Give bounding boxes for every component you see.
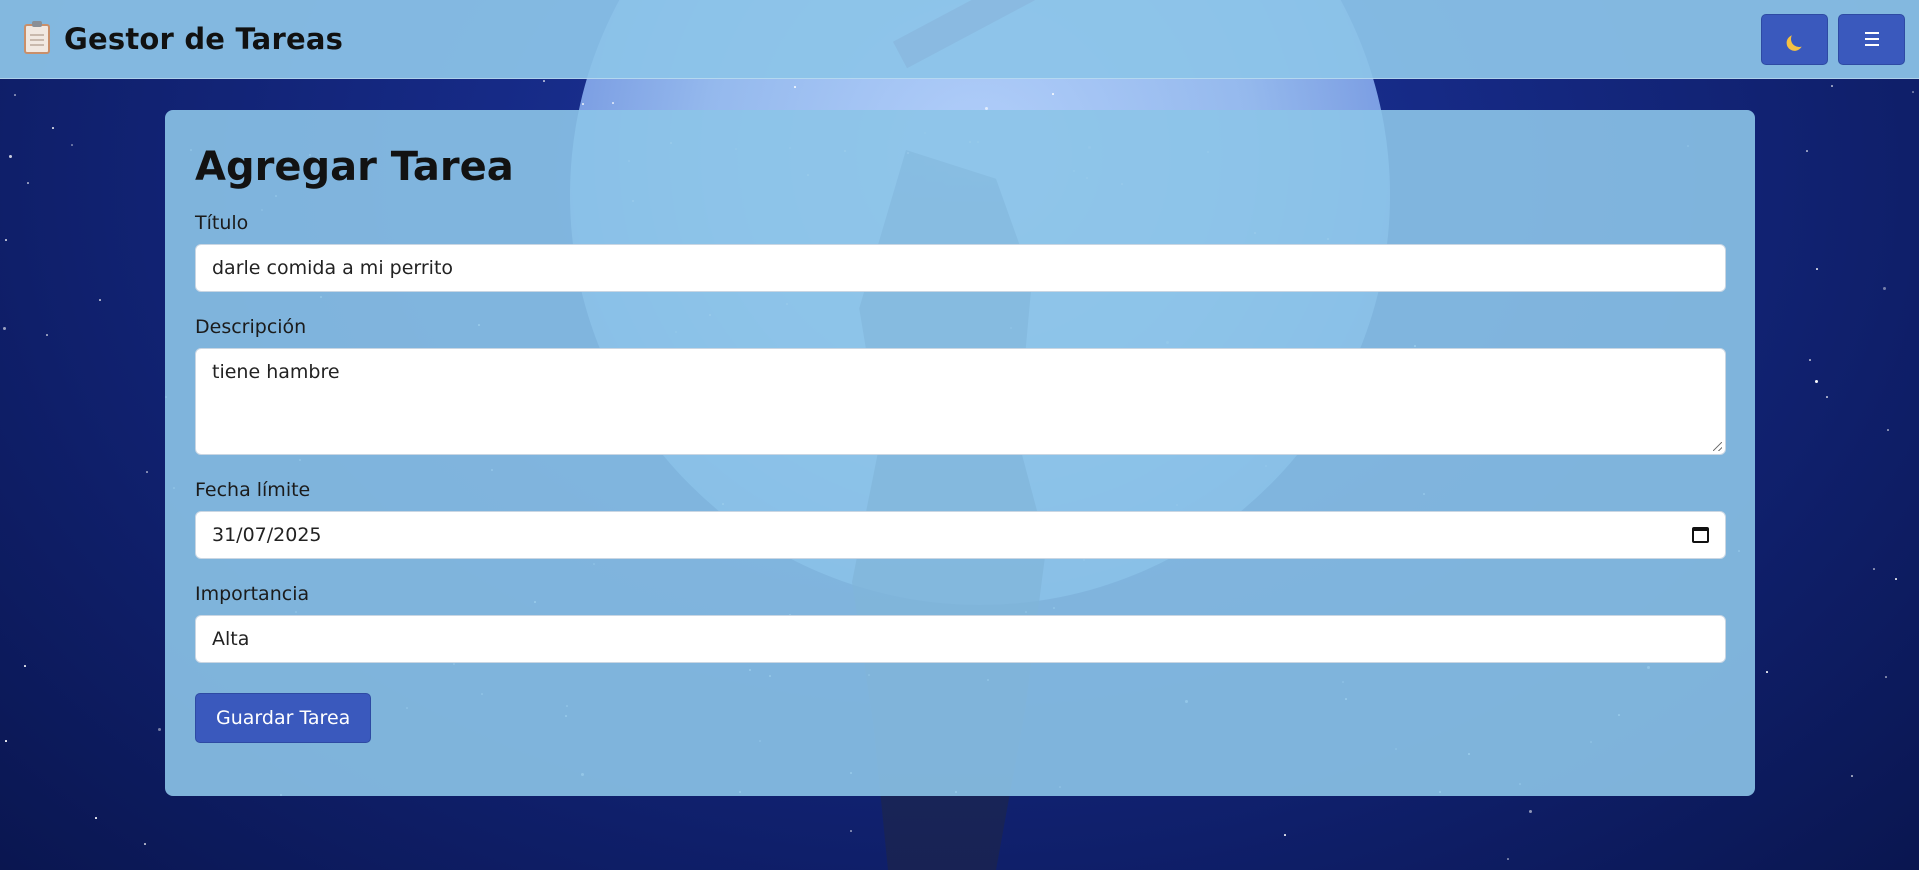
add-task-card: Agregar Tarea Título darle comida a mi p… [165, 110, 1755, 796]
star [9, 155, 12, 158]
descripcion-value: tiene hambre [212, 361, 340, 383]
field-titulo: Título darle comida a mi perrito [195, 212, 1726, 292]
field-descripcion: Descripción tiene hambre [195, 316, 1726, 455]
form-title: Agregar Tarea [195, 144, 514, 190]
star [3, 327, 6, 330]
star [612, 102, 614, 104]
resize-handle[interactable] [1713, 442, 1722, 451]
titulo-label: Título [195, 212, 249, 234]
star [1766, 671, 1768, 673]
menu-button[interactable] [1838, 13, 1905, 65]
star [158, 728, 161, 731]
importancia-label: Importancia [195, 583, 310, 605]
fecha-label: Fecha límite [195, 479, 311, 501]
star [582, 103, 584, 105]
star [95, 817, 97, 819]
star [1912, 91, 1914, 93]
star [1806, 150, 1808, 152]
star [1887, 429, 1889, 431]
star [1885, 676, 1887, 678]
theme-toggle-button[interactable] [1761, 13, 1828, 65]
nav-actions [1761, 13, 1905, 65]
star [71, 144, 73, 146]
star [1883, 287, 1886, 290]
descripcion-label: Descripción [195, 316, 307, 338]
star [1284, 834, 1286, 836]
calendar-icon[interactable] [1692, 527, 1709, 543]
fecha-value: 31/07/2025 [212, 524, 322, 546]
star [24, 665, 26, 667]
star [1816, 268, 1818, 270]
star [794, 86, 796, 88]
star [5, 239, 7, 241]
moon-icon [1789, 30, 1808, 49]
star [1052, 93, 1054, 95]
star [14, 94, 16, 96]
titulo-value: darle comida a mi perrito [212, 257, 454, 279]
star [1507, 858, 1509, 860]
star [1831, 85, 1833, 87]
fecha-date-input[interactable]: 31/07/2025 [195, 511, 1726, 559]
importancia-value: Alta [212, 628, 250, 650]
star [1826, 396, 1828, 398]
hamburger-icon [1864, 32, 1879, 46]
star [46, 334, 48, 336]
descripcion-textarea[interactable]: tiene hambre [195, 348, 1726, 455]
clipboard-icon [24, 21, 50, 54]
importancia-select[interactable]: Alta [195, 615, 1726, 663]
field-importancia: Importancia Alta [195, 583, 1726, 663]
titulo-input[interactable]: darle comida a mi perrito [195, 244, 1726, 292]
star [1895, 578, 1897, 580]
star [1815, 380, 1818, 383]
save-task-button[interactable]: Guardar Tarea [195, 693, 372, 743]
star [543, 80, 545, 82]
star [27, 182, 29, 184]
top-navbar: Gestor de Tareas [0, 0, 1919, 79]
star [52, 127, 54, 129]
star [144, 843, 146, 845]
brand: Gestor de Tareas [24, 21, 344, 56]
app-title: Gestor de Tareas [64, 22, 344, 56]
star [5, 740, 7, 742]
star [1873, 568, 1875, 570]
star [1809, 359, 1811, 361]
star [99, 299, 101, 301]
star [850, 830, 852, 832]
field-fecha: Fecha límite 31/07/2025 [195, 479, 1726, 559]
star [1529, 810, 1532, 813]
star [146, 471, 148, 473]
star [1851, 775, 1853, 777]
